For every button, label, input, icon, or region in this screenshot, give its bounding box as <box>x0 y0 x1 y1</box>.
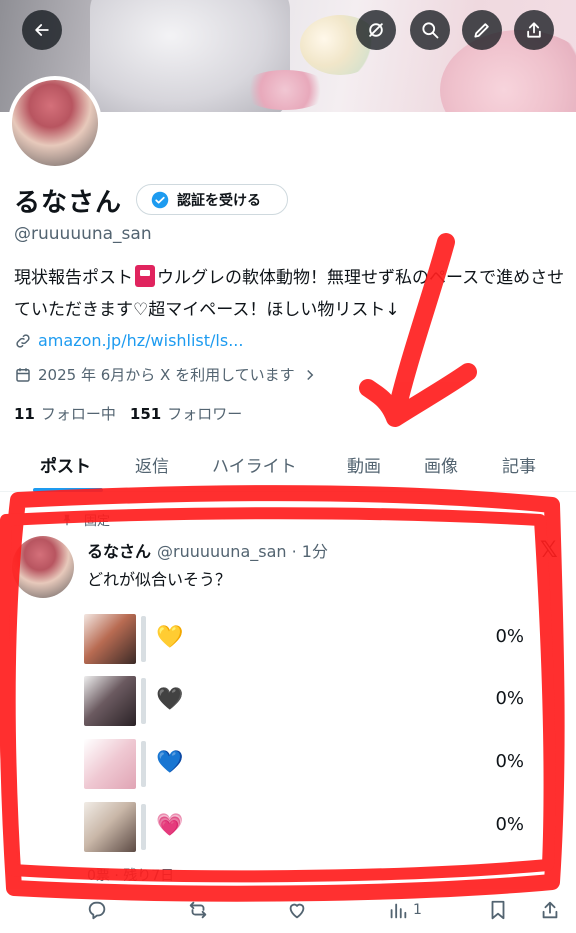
profile-name: るなさん <box>14 188 123 218</box>
get-verified-button[interactable]: 認証を受ける <box>136 184 288 215</box>
poll-option-emoji: 💗 <box>156 813 184 838</box>
poll-option-percent: 0% <box>495 626 524 647</box>
banner-pink-flowers <box>240 70 330 110</box>
poll-option-image <box>84 739 136 789</box>
poll-vote-summary: 0票 · 残り7日 <box>87 868 175 884</box>
repost-icon <box>189 901 207 919</box>
get-verified-label: 認証を受ける <box>177 192 261 209</box>
profile-bio: 現状報告ポスト ウルグレの軟体動物！無理せず私のペースで進めさせていただきます♡超… <box>14 262 570 326</box>
follow-stats: 11 フォロー中 151 フォロワー <box>14 403 242 424</box>
pencil-icon <box>474 23 489 38</box>
followers-link[interactable]: 151 フォロワー <box>130 403 242 424</box>
followers-label: フォロワー <box>167 405 243 423</box>
views-button[interactable]: 1 <box>387 899 422 921</box>
joined-date-text: 2025 年 6月から X を利用しています <box>38 366 295 384</box>
arrow-left-icon <box>35 24 49 36</box>
poll-option-image <box>84 614 136 664</box>
post-text: どれが似合いそう？ <box>87 570 232 589</box>
profile-avatar[interactable] <box>8 76 102 170</box>
profile-tabs: ポスト 返信 ハイライト 動画 画像 記事 <box>0 444 576 492</box>
poll-option[interactable]: 💙 0% <box>84 739 544 789</box>
poll-option[interactable]: 💗 0% <box>84 802 544 852</box>
following-link[interactable]: 11 フォロー中 <box>14 403 116 424</box>
repost-button[interactable] <box>187 899 209 921</box>
share-icon <box>542 901 558 919</box>
back-button[interactable] <box>22 10 62 50</box>
poll-option-emoji: 🖤 <box>156 687 184 712</box>
x-logo-icon: 𝕏 <box>540 538 558 563</box>
pinned-label: 固定 <box>84 514 111 529</box>
active-tab-indicator <box>33 488 103 492</box>
poll-option-image <box>84 676 136 726</box>
profile-handle: @ruuuuuna_san <box>14 224 152 244</box>
tab-videos[interactable]: 動画 <box>347 452 381 477</box>
no-sync-icon <box>369 23 383 37</box>
poll-option-emoji: 💙 <box>156 750 184 775</box>
views-count: 1 <box>413 902 422 918</box>
tab-posts[interactable]: ポスト <box>40 452 91 477</box>
following-count: 11 <box>14 405 35 423</box>
poll-result-bar <box>141 804 146 850</box>
poll-option-image <box>84 802 136 852</box>
profile-link-url[interactable]: amazon.jp/hz/wishlist/ls... <box>38 331 243 350</box>
following-label: フォロー中 <box>40 405 116 423</box>
poll-option[interactable]: 🖤 0% <box>84 676 544 726</box>
post-avatar[interactable] <box>12 536 74 598</box>
tab-replies[interactable]: 返信 <box>135 452 169 477</box>
banner-rose <box>440 30 576 112</box>
share-button[interactable] <box>514 10 554 50</box>
calendar-icon <box>16 367 30 382</box>
poll-result-bar <box>141 741 146 787</box>
edit-button[interactable] <box>462 10 502 50</box>
bookmark-button[interactable] <box>487 899 509 921</box>
share-post-button[interactable] <box>539 899 561 921</box>
profile-link[interactable]: amazon.jp/hz/wishlist/ls... <box>14 331 243 350</box>
avatar-image <box>12 80 98 166</box>
tab-images[interactable]: 画像 <box>424 452 458 477</box>
poll-option-percent: 0% <box>495 751 524 772</box>
pin-icon <box>63 514 71 525</box>
heart-icon <box>289 903 305 919</box>
followers-count: 151 <box>129 405 162 423</box>
share-icon <box>527 22 541 38</box>
post-author-name[interactable]: るなさん <box>87 542 151 561</box>
post-actions: 1 <box>0 895 576 925</box>
tab-articles[interactable]: 記事 <box>502 452 536 477</box>
poll-option-emoji: 💛 <box>156 625 184 650</box>
post-meta: @ruuuuuna_san · 1分 <box>157 542 328 561</box>
poll-result-bar <box>141 678 146 724</box>
reply-icon <box>88 901 106 920</box>
chevron-right-icon <box>306 369 313 380</box>
joined-date[interactable]: 2025 年 6月から X を利用しています <box>14 364 325 385</box>
mute-button[interactable] <box>356 10 396 50</box>
verified-badge-icon <box>151 191 169 208</box>
mailbox-emoji-icon <box>135 265 155 287</box>
bookmark-icon <box>491 900 505 920</box>
search-icon <box>422 22 439 39</box>
like-button[interactable] <box>286 899 308 921</box>
analytics-icon <box>390 903 407 919</box>
reply-button[interactable] <box>86 899 108 921</box>
poll-option-percent: 0% <box>495 688 524 709</box>
poll-result-bar <box>141 616 146 662</box>
poll-option-percent: 0% <box>495 814 524 835</box>
bio-text-start: 現状報告ポスト <box>14 268 133 288</box>
poll-option[interactable]: 💛 0% <box>84 614 544 664</box>
link-icon <box>16 333 30 348</box>
pinned-indicator: 固定 <box>60 510 110 529</box>
search-button[interactable] <box>410 10 450 50</box>
tab-highlights[interactable]: ハイライト <box>212 452 297 477</box>
post-header: るなさん @ruuuuuna_san · 1分 <box>87 538 328 562</box>
